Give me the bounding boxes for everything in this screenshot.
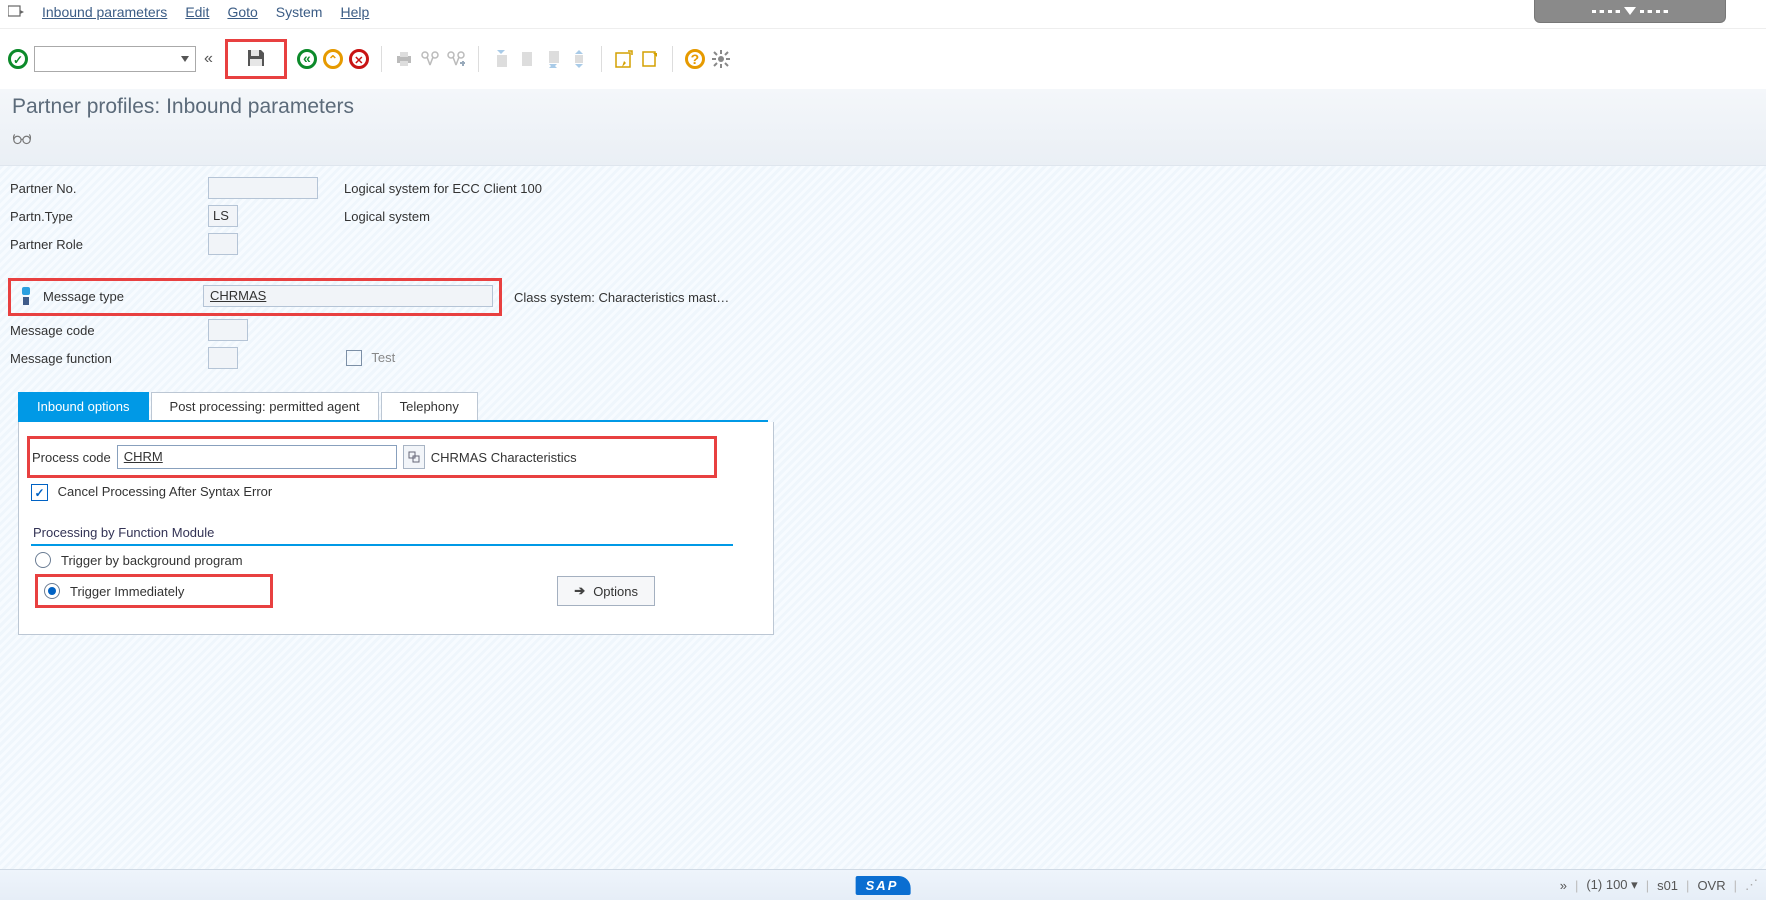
partn-type-input[interactable]: LS [208,205,238,227]
tab-telephony[interactable]: Telephony [381,392,478,420]
title-band: Partner profiles: Inbound parameters [0,89,1766,166]
cancel-processing-label: Cancel Processing After Syntax Error [58,484,273,499]
menu-edit[interactable]: Edit [185,4,209,20]
partner-role-input[interactable] [208,233,238,255]
menu-goto[interactable]: Goto [227,4,257,20]
partner-no-desc: Logical system for ECC Client 100 [326,181,542,196]
message-type-icon [19,287,33,305]
first-page-icon[interactable] [491,49,511,69]
process-code-input[interactable]: CHRM [117,445,397,469]
arrow-right-icon [574,583,585,599]
processing-group-title: Processing by Function Module [31,523,733,546]
sap-logo: SAP [856,876,911,895]
status-bar: SAP » | (1) 100 ▾ | s01 | OVR | ⋰ [0,869,1766,900]
form-area: Partner No. Logical system for ECC Clien… [0,166,1766,869]
message-type-label: Message type [43,289,193,304]
partner-no-input[interactable] [208,177,318,199]
radio-immediate-highlight: Trigger Immediately [35,574,273,608]
collapse-icon[interactable]: « [202,50,215,68]
tab-panel-inbound: Process code CHRM CHRMAS Characteristics… [18,422,774,635]
exit-button[interactable] [323,49,343,69]
back-button[interactable] [297,49,317,69]
partner-role-label: Partner Role [8,237,200,252]
menu-system[interactable]: System [276,4,323,20]
menu-help[interactable]: Help [340,4,369,20]
options-button[interactable]: Options [557,576,655,606]
tab-inbound-options[interactable]: Inbound options [18,392,149,420]
find-next-icon[interactable] [446,49,466,69]
status-system: s01 [1657,878,1678,893]
partn-type-desc: Logical system [246,209,430,224]
tab-post-processing[interactable]: Post processing: permitted agent [151,392,379,420]
process-code-label: Process code [32,450,111,465]
page-title: Partner profiles: Inbound parameters [12,95,1754,119]
process-code-highlight: Process code CHRM CHRMAS Characteristics [27,436,717,478]
shortcut-icon[interactable] [640,49,660,69]
menu-bar: Inbound parameters Edit Goto System Help [0,0,1766,29]
print-icon[interactable] [394,49,414,69]
next-page-icon[interactable] [543,49,563,69]
save-highlight-box [225,39,287,79]
enter-button[interactable] [8,49,28,69]
settings-icon[interactable] [711,49,731,69]
partner-no-label: Partner No. [8,181,200,196]
create-session-icon[interactable] [614,49,634,69]
tab-strip: Inbound options Post processing: permitt… [18,392,768,422]
radio-trigger-background-label: Trigger by background program [61,553,243,568]
last-page-icon[interactable] [569,49,589,69]
radio-trigger-background[interactable] [35,552,51,568]
message-code-label: Message code [8,323,200,338]
help-button[interactable] [685,49,705,69]
cancel-button[interactable] [349,49,369,69]
radio-trigger-immediately-label: Trigger Immediately [70,584,184,599]
status-resize-handle[interactable]: ⋰ [1745,877,1756,893]
menu-toggle-icon[interactable] [8,4,24,20]
radio-trigger-immediately[interactable] [44,583,60,599]
prev-page-icon[interactable] [517,49,537,69]
options-button-label: Options [593,584,638,599]
process-code-desc: CHRMAS Characteristics [431,450,577,465]
command-field[interactable] [34,46,196,72]
message-type-input[interactable]: CHRMAS [203,285,493,307]
message-type-desc: Class system: Characteristics mast… [510,290,729,305]
status-expand[interactable]: » [1560,878,1567,893]
status-session[interactable]: (1) 100 ▾ [1586,877,1637,893]
message-code-input[interactable] [208,319,248,341]
test-checkbox[interactable] [346,350,362,366]
save-button[interactable] [244,46,268,70]
partn-type-label: Partn.Type [8,209,200,224]
menu-inbound-parameters[interactable]: Inbound parameters [42,4,167,20]
toolbar: « [0,29,1766,89]
message-function-input[interactable] [208,347,238,369]
message-type-highlight: Message type CHRMAS [8,278,502,316]
find-icon[interactable] [420,49,440,69]
status-mode: OVR [1697,878,1725,893]
glasses-icon[interactable] [12,129,32,149]
cancel-processing-checkbox[interactable] [31,484,48,501]
test-label: Test [371,350,395,365]
process-code-f4-button[interactable] [403,445,425,469]
docking-widget[interactable] [1534,0,1726,23]
message-function-label: Message function [8,351,200,366]
